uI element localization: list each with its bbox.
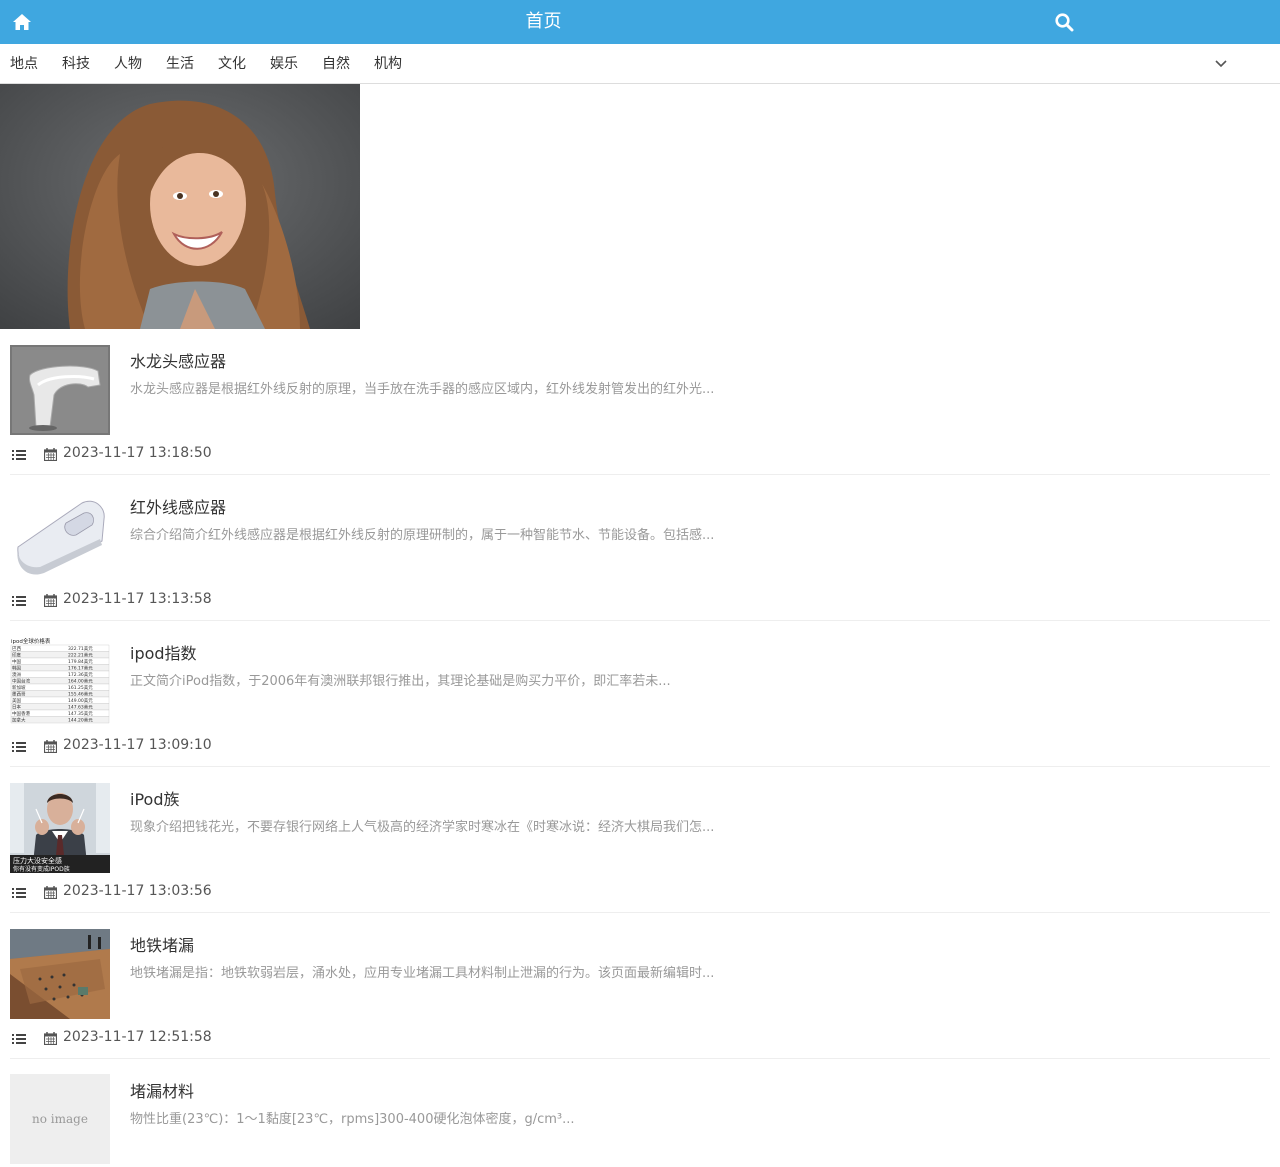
article-item-3[interactable]: ipod全球价格表 巴西 322.71美元印度 222.21美元中国 179.84美元韩…: [0, 621, 1280, 767]
category-entertainment[interactable]: 娱乐: [270, 44, 298, 84]
list-icon[interactable]: [12, 887, 26, 899]
category-bar: 地点 科技 人物 生活 文化 娱乐 自然 机构: [0, 44, 1280, 84]
thumb-caption-1: 压力大没安全感: [13, 856, 62, 865]
ipod-table-country: 印度: [12, 652, 21, 659]
article-item-4[interactable]: 压力大没安全感 你有没有变成IPOD族 iPod族 现象介绍把钱花光，不要存银行…: [0, 767, 1280, 913]
ipod-table-country: 中国台湾: [12, 678, 30, 685]
article-summary-4: 现象介绍把钱花光，不要存银行网络上人气极高的经济学家时寒冰在《时寒冰说：经济大棋…: [130, 820, 715, 835]
article-thumbnail-5[interactable]: [10, 929, 110, 1019]
calendar-icon: [44, 448, 57, 461]
top-nav-bar: 首页: [0, 0, 1280, 44]
article-date-2: 2023-11-17 13:13:58: [63, 591, 212, 607]
ipod-table-country: 新加坡: [12, 684, 26, 691]
ipod-table-price: 149.00美元: [68, 697, 93, 704]
article-title-4[interactable]: iPod族: [130, 786, 179, 810]
ipod-table-row: [10, 644, 110, 652]
ipod-table-title: ipod全球价格表: [11, 637, 51, 645]
search-icon[interactable]: [1054, 12, 1074, 32]
article-item-2[interactable]: 红外线感应器 综合介绍简介红外线感应器是根据红外线反射的原理研制的，属于一种智能…: [0, 475, 1280, 621]
thumb-caption-2: 你有没有变成IPOD族: [13, 865, 70, 873]
ipod-table-row: [10, 664, 110, 672]
article-thumbnail-3[interactable]: ipod全球价格表 巴西 322.71美元印度 222.21美元中国 179.84美元韩…: [10, 637, 110, 727]
article-summary-3: 正文简介iPod指数，于2006年有澳洲联邦银行推出，其理论基础是购买力平价，即…: [130, 674, 671, 689]
ipod-table-country: 日本: [12, 704, 21, 711]
calendar-icon: [44, 1032, 57, 1045]
article-item-5[interactable]: 地铁堵漏 地铁堵漏是指：地铁软弱岩层，涌水处，应用专业堵漏工具材料制止泄漏的行为…: [0, 913, 1280, 1059]
article-thumbnail-4[interactable]: 压力大没安全感 你有没有变成IPOD族: [10, 783, 110, 873]
article-thumbnail-2[interactable]: [10, 491, 110, 581]
category-culture[interactable]: 文化: [218, 44, 246, 84]
article-date-1: 2023-11-17 13:18:50: [63, 445, 212, 461]
ipod-table-price: 322.71美元: [68, 645, 93, 652]
article-summary-1: 水龙头感应器是根据红外线反射的原理，当手放在洗手器的感应区域内，红外线发射管发出…: [130, 382, 715, 397]
ipod-table-price: 222.21美元: [68, 652, 93, 659]
ipod-table-row: [10, 670, 110, 678]
category-tech[interactable]: 科技: [62, 44, 90, 84]
article-title-1[interactable]: 水龙头感应器: [130, 348, 226, 372]
ipod-table-row: [10, 683, 110, 691]
ipod-table-country: 中国香港: [12, 710, 30, 717]
list-icon[interactable]: [12, 595, 26, 607]
article-date-5: 2023-11-17 12:51:58: [63, 1029, 212, 1045]
ipod-table-row: [10, 690, 110, 698]
ipod-table-price: 144.20美元: [68, 717, 93, 724]
ipod-table-country: 韩国: [12, 665, 21, 672]
category-people[interactable]: 人物: [114, 44, 142, 84]
ipod-table-row: [10, 651, 110, 659]
ipod-table-country: 中国: [12, 658, 21, 665]
article-item-1[interactable]: 水龙头感应器 水龙头感应器是根据红外线反射的原理，当手放在洗手器的感应区域内，红…: [0, 329, 1280, 475]
ipod-table-price: 179.84美元: [68, 658, 93, 665]
article-thumbnail-1[interactable]: [10, 345, 110, 435]
article-summary-6: 物性比重(23℃)：1～1黏度[23℃，rpms]300-400硬化泡体密度，g…: [130, 1112, 575, 1127]
ipod-table-country: 巴西: [12, 646, 21, 652]
ipod-table-row: [10, 696, 110, 704]
article-title-5[interactable]: 地铁堵漏: [130, 932, 194, 956]
ipod-table-country: 澳洲: [12, 671, 21, 678]
calendar-icon: [44, 594, 57, 607]
page-title: 首页: [525, 11, 562, 32]
ipod-table-country: 加拿大: [12, 717, 26, 724]
article-summary-2: 综合介绍简介红外线感应器是根据红外线反射的原理研制的，属于一种智能节水、节能设备…: [130, 528, 715, 543]
calendar-icon: [44, 740, 57, 753]
category-place[interactable]: 地点: [10, 44, 38, 84]
ipod-table-price: 147.63美元: [68, 704, 93, 711]
ipod-table-price: 147.35美元: [68, 710, 93, 717]
article-date-3: 2023-11-17 13:09:10: [63, 737, 212, 753]
ipod-table-price: 164.00美元: [68, 678, 93, 685]
banner-image[interactable]: [0, 84, 360, 329]
category-life[interactable]: 生活: [166, 44, 194, 84]
ipod-table-price: 172.36美元: [68, 671, 93, 678]
article-date-4: 2023-11-17 13:03:56: [63, 883, 212, 899]
category-nature[interactable]: 自然: [322, 44, 350, 84]
ipod-table-price: 176.17美元: [68, 665, 93, 672]
list-icon[interactable]: [12, 741, 26, 753]
article-title-6[interactable]: 堵漏材料: [130, 1078, 194, 1102]
calendar-icon: [44, 886, 57, 899]
ipod-table-row: [10, 703, 110, 711]
ipod-table-price: 155.46美元: [68, 691, 93, 698]
ipod-table-country: 美国: [12, 697, 21, 704]
list-icon[interactable]: [12, 449, 26, 461]
list-icon[interactable]: [12, 1033, 26, 1045]
article-item-6[interactable]: no image 堵漏材料 物性比重(23℃)：1～1黏度[23℃，rpms]3…: [0, 1059, 1280, 1167]
category-organization[interactable]: 机构: [374, 44, 402, 84]
article-title-2[interactable]: 红外线感应器: [130, 494, 226, 518]
ipod-table-row: [10, 657, 110, 665]
ipod-table-row: [10, 716, 110, 724]
ipod-table-price: 161.25美元: [68, 684, 93, 691]
ipod-table-country: 墨西哥: [12, 692, 26, 698]
article-thumbnail-6[interactable]: no image: [10, 1074, 110, 1164]
article-title-3[interactable]: ipod指数: [130, 640, 197, 664]
article-summary-5: 地铁堵漏是指：地铁软弱岩层，涌水处，应用专业堵漏工具材料制止泄漏的行为。该页面最…: [130, 966, 715, 981]
chevron-down-icon[interactable]: [1214, 58, 1228, 70]
